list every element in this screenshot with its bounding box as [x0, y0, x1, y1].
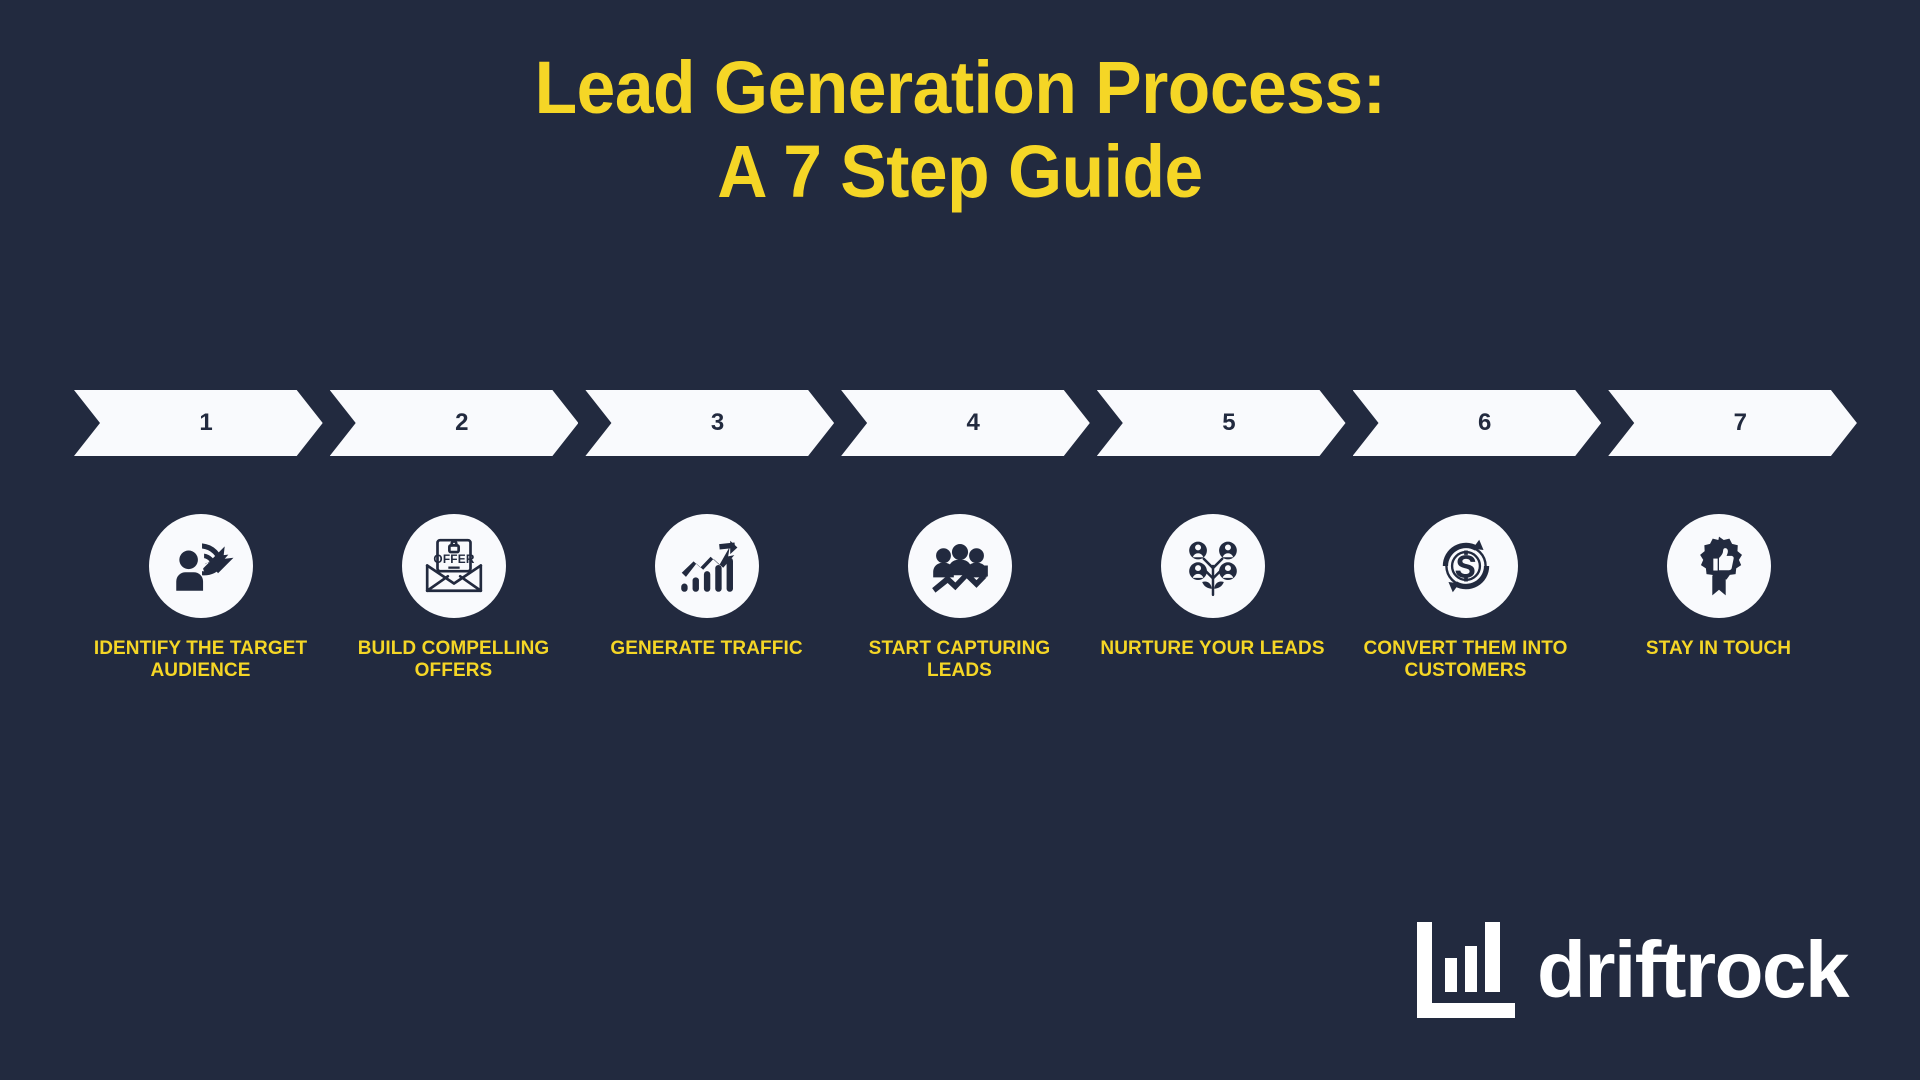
- step-label-2: Build compelling offers: [357, 638, 550, 682]
- driftrock-bar-chart-mark: [1417, 922, 1515, 1018]
- step-icon-circle-6: [1413, 514, 1518, 618]
- step-item-6[interactable]: Convert them into customers: [1339, 514, 1592, 683]
- step-item-1[interactable]: Identify the target audience: [74, 514, 327, 683]
- step-label-1: Identify the target audience: [93, 638, 308, 682]
- dollar-conversion-icon: [1442, 539, 1489, 593]
- step-icon-circle-1: [148, 514, 253, 618]
- step-label-6: Convert them into customers: [1363, 638, 1568, 682]
- lead-nurture-plant-icon: [1188, 541, 1237, 597]
- step-number-1: 1: [199, 409, 214, 436]
- step-number-4: 4: [966, 409, 981, 436]
- step-label-7: Stay in touch: [1645, 638, 1792, 659]
- step-icon-circle-4: [907, 514, 1012, 618]
- step-chevron-bar: 1 2 3 4 5 6 7: [74, 390, 1857, 456]
- page-title: Lead Generation Process: A 7 Step Guide: [0, 46, 1920, 213]
- step-item-7[interactable]: Stay in touch: [1592, 514, 1845, 660]
- step-chevron-4[interactable]: 4: [841, 390, 1090, 456]
- title-line-1: Lead Generation Process:: [534, 46, 1386, 129]
- step-label-5: Nurture your leads: [1100, 638, 1325, 659]
- infographic-page: { "colors": { "background": "#222a3f", "…: [0, 0, 1920, 1080]
- step-chevron-2[interactable]: 2: [330, 390, 579, 456]
- steps-row: Identify the target audience OFFER Build…: [74, 514, 1857, 683]
- step-chevron-6[interactable]: 6: [1353, 390, 1602, 456]
- offer-envelope-icon: OFFER: [425, 538, 482, 593]
- step-number-2: 2: [455, 409, 469, 436]
- step-number-6: 6: [1477, 409, 1492, 436]
- svg-text:OFFER: OFFER: [433, 552, 474, 566]
- step-number-5: 5: [1222, 409, 1237, 436]
- step-number-3: 3: [710, 409, 725, 436]
- step-number-7: 7: [1733, 409, 1748, 436]
- step-item-3[interactable]: Generate traffic: [580, 514, 833, 660]
- step-icon-circle-7: [1666, 514, 1771, 618]
- title-line-2: A 7 Step Guide: [717, 129, 1203, 213]
- driftrock-wordmark: driftrock: [1537, 925, 1850, 1014]
- step-icon-circle-3: [654, 514, 759, 618]
- step-chevron-7[interactable]: 7: [1608, 390, 1857, 456]
- growth-chart-icon: [680, 540, 737, 592]
- step-icon-circle-2: OFFER: [401, 514, 506, 618]
- thumbs-up-award-icon: [1699, 536, 1742, 596]
- step-chevron-1[interactable]: 1: [74, 390, 323, 456]
- step-icon-circle-5: [1160, 514, 1265, 618]
- step-item-2[interactable]: OFFER Build compelling offers: [327, 514, 580, 683]
- step-label-3: Generate traffic: [610, 638, 803, 659]
- step-item-5[interactable]: Nurture your leads: [1086, 514, 1339, 660]
- step-chevron-5[interactable]: 5: [1097, 390, 1346, 456]
- people-growth-icon: [931, 544, 988, 593]
- step-label-4: Start capturing leads: [868, 638, 1051, 682]
- step-chevron-3[interactable]: 3: [585, 390, 834, 456]
- target-audience-icon: [175, 543, 233, 591]
- driftrock-logo[interactable]: driftrock: [1417, 922, 1850, 1018]
- step-item-4[interactable]: Start capturing leads: [833, 514, 1086, 683]
